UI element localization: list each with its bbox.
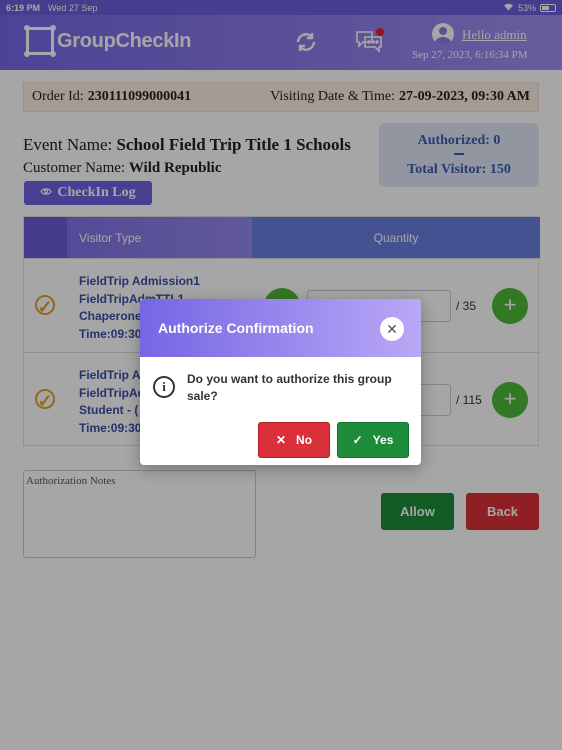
yes-label: Yes	[372, 433, 394, 447]
dialog-header: Authorize Confirmation ✕	[140, 299, 421, 357]
check-icon: ✓	[352, 433, 363, 447]
authorize-confirmation-dialog: Authorize Confirmation ✕ i Do you want t…	[140, 299, 421, 465]
dialog-title: Authorize Confirmation	[158, 320, 314, 336]
close-icon[interactable]: ✕	[380, 317, 404, 341]
yes-button[interactable]: ✓ Yes	[337, 422, 409, 458]
no-button[interactable]: ✕ No	[258, 422, 330, 458]
dialog-message: Do you want to authorize this group sale…	[187, 372, 392, 403]
x-icon: ✕	[275, 433, 287, 447]
info-icon: i	[153, 376, 175, 398]
no-label: No	[296, 433, 313, 447]
